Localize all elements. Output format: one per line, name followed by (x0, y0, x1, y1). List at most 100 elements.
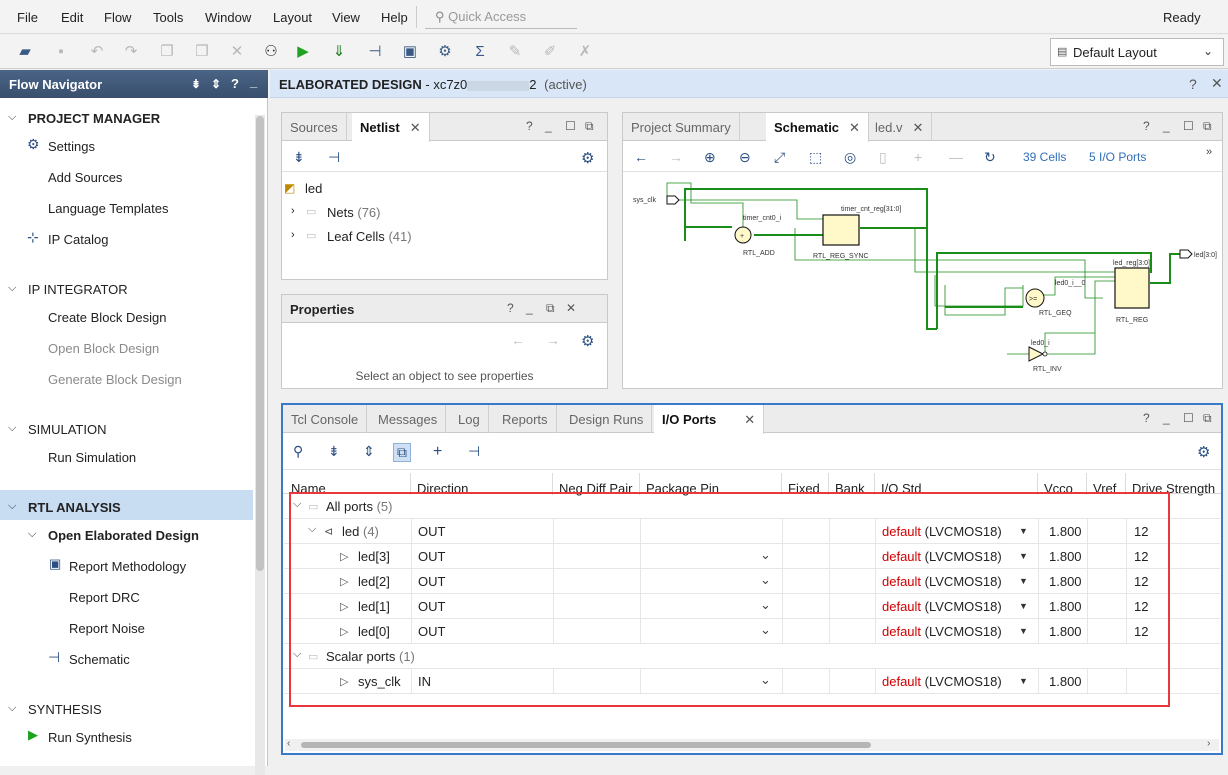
minimize-icon[interactable]: _ (1163, 411, 1170, 425)
schematic-icon[interactable]: ⊣ (328, 149, 340, 166)
schematic-canvas[interactable]: sys_clk + timer_cnt0_i RTL_ADD timer_cnt… (625, 173, 1221, 385)
help-icon[interactable]: ? (1143, 411, 1150, 425)
horizontal-scrollbar[interactable]: ‹ › (285, 738, 1219, 751)
search-icon[interactable]: ⚲ (293, 443, 303, 460)
help-icon[interactable]: ? (231, 76, 239, 91)
maximize-icon[interactable]: ☐ (1183, 411, 1194, 425)
tab-design-runs[interactable]: Design Runs (561, 405, 653, 433)
nav-item-open-elaborated-design[interactable]: Open Elaborated Design (48, 528, 199, 543)
remove-icon[interactable]: — (949, 149, 963, 165)
report-icon[interactable]: ▣ (401, 43, 419, 61)
float-icon[interactable]: ⧉ (546, 301, 555, 316)
schematic-icon[interactable]: ⊣ (366, 43, 384, 61)
close-icon[interactable]: ✕ (912, 120, 923, 135)
menu-window[interactable]: Window (205, 10, 251, 25)
sigma-icon[interactable]: Σ (471, 43, 489, 61)
maximize-icon[interactable]: ☐ (1183, 119, 1194, 133)
cells-count-link[interactable]: 39 Cells (1023, 150, 1066, 164)
nav-section-simulation[interactable]: SIMULATION (28, 422, 107, 437)
led-reg-cell[interactable] (1114, 267, 1150, 309)
select-icon[interactable]: ◎ (844, 149, 856, 166)
scroll-right-icon[interactable]: › (1207, 738, 1210, 749)
pencil-icon[interactable]: ✐ (541, 43, 559, 61)
gear-icon[interactable]: ⚙ (1197, 443, 1210, 461)
tab-reports[interactable]: Reports (494, 405, 557, 433)
chevron-right-icon[interactable]: › (291, 229, 295, 241)
undo-icon[interactable]: ↶ (88, 43, 106, 61)
zoom-in-icon[interactable]: ⊕ (704, 149, 716, 166)
chevron-down-icon[interactable]: ⌵ (8, 111, 16, 124)
tab-messages[interactable]: Messages (370, 405, 447, 433)
nav-section-project-manager[interactable]: PROJECT MANAGER (28, 111, 160, 126)
tab-io-ports[interactable]: I/O Ports ✕ (654, 405, 765, 434)
open-project-icon[interactable]: ▰ (16, 43, 34, 61)
maximize-icon[interactable]: ☐ (565, 119, 576, 133)
nav-item-report-methodology[interactable]: Report Methodology (69, 559, 186, 574)
gear-icon[interactable]: ⚙ (436, 43, 454, 61)
copy-icon[interactable]: ❐ (158, 43, 176, 61)
led-output-port[interactable] (1179, 249, 1193, 259)
tab-sources[interactable]: Sources (282, 113, 347, 141)
nav-item-create-block-design[interactable]: Create Block Design (48, 310, 167, 325)
nav-section-ip-integrator[interactable]: IP INTEGRATOR (28, 282, 128, 297)
back-arrow-icon[interactable]: ← (634, 149, 648, 165)
close-icon[interactable]: ✕ (744, 412, 755, 427)
minimize-icon[interactable]: _ (250, 74, 257, 89)
tab-schematic[interactable]: Schematic ✕ (766, 113, 869, 142)
close-icon[interactable]: ✕ (1211, 75, 1223, 92)
netlist-nets[interactable]: Nets (76) (327, 205, 380, 220)
io-ports-count-link[interactable]: 5 I/O Ports (1089, 150, 1146, 164)
schematic-icon[interactable]: ⊣ (468, 443, 480, 460)
nav-item-schematic[interactable]: Schematic (69, 652, 130, 667)
menu-edit[interactable]: Edit (61, 10, 83, 25)
clear-icon[interactable]: ✗ (576, 43, 594, 61)
nav-item-generate-block-design[interactable]: Generate Block Design (48, 372, 182, 387)
minimize-icon[interactable]: _ (526, 301, 533, 315)
minimize-icon[interactable]: _ (1163, 119, 1170, 133)
help-icon[interactable]: ? (526, 119, 533, 133)
quick-access-input[interactable]: ⚲ Quick Access (425, 5, 577, 29)
collapse-all-icon[interactable]: ⇟ (191, 77, 201, 91)
close-icon[interactable]: ✕ (849, 120, 860, 135)
close-icon[interactable]: ✕ (566, 301, 576, 315)
timer-cnt-reg-cell[interactable] (822, 214, 860, 246)
nav-item-report-noise[interactable]: Report Noise (69, 621, 145, 636)
run-bitstream-icon[interactable]: ⇓ (330, 43, 348, 61)
chevron-down-icon[interactable]: ⌵ (8, 500, 16, 513)
help-icon[interactable]: ? (507, 301, 514, 315)
forward-arrow-icon[interactable]: → (669, 149, 683, 165)
help-icon[interactable]: ? (1189, 76, 1197, 92)
float-icon[interactable]: ⧉ (1203, 411, 1212, 426)
redo-icon[interactable]: ↷ (122, 43, 140, 61)
gear-icon[interactable]: ⚙ (581, 332, 594, 350)
chevron-down-icon[interactable]: ⌵ (8, 702, 16, 715)
netlist-root[interactable]: led (305, 181, 322, 196)
chevron-right-icon[interactable]: › (291, 205, 295, 217)
zoom-area-icon[interactable]: ⬚ (809, 149, 822, 166)
sys-clk-port[interactable] (666, 195, 680, 205)
tab-log[interactable]: Log (450, 405, 489, 433)
group-icon[interactable]: ⧉ (393, 443, 411, 462)
tab-netlist[interactable]: Netlist ✕ (352, 113, 430, 142)
menu-help[interactable]: Help (381, 10, 408, 25)
cell-icon[interactable]: ▯ (879, 149, 887, 166)
refresh-icon[interactable]: ↻ (984, 149, 996, 166)
menu-tools[interactable]: Tools (153, 10, 183, 25)
nav-item-ip-catalog[interactable]: IP Catalog (48, 232, 108, 247)
paste-icon[interactable]: ❒ (193, 43, 211, 61)
nav-item-add-sources[interactable]: Add Sources (48, 170, 122, 185)
delete-icon[interactable]: ✕ (228, 43, 246, 61)
rtl-inv-cell[interactable] (1028, 346, 1045, 362)
chevron-down-icon[interactable]: ⌵ (8, 422, 16, 435)
binoculars-icon[interactable]: ⚇ (262, 43, 280, 61)
collapse-all-icon[interactable]: ⇟ (328, 443, 340, 460)
tab-led-v[interactable]: led.v ✕ (867, 113, 933, 141)
float-icon[interactable]: ⧉ (1203, 119, 1212, 134)
layout-select[interactable]: ▤ Default Layout ⌄ (1050, 38, 1224, 66)
close-icon[interactable]: ✕ (410, 120, 421, 135)
collapse-all-icon[interactable]: ⇟ (293, 149, 305, 166)
menu-layout[interactable]: Layout (273, 10, 312, 25)
scroll-left-icon[interactable]: ‹ (287, 738, 290, 749)
horizontal-scrollbar-thumb[interactable] (301, 742, 871, 748)
menu-file[interactable]: File (17, 10, 38, 25)
